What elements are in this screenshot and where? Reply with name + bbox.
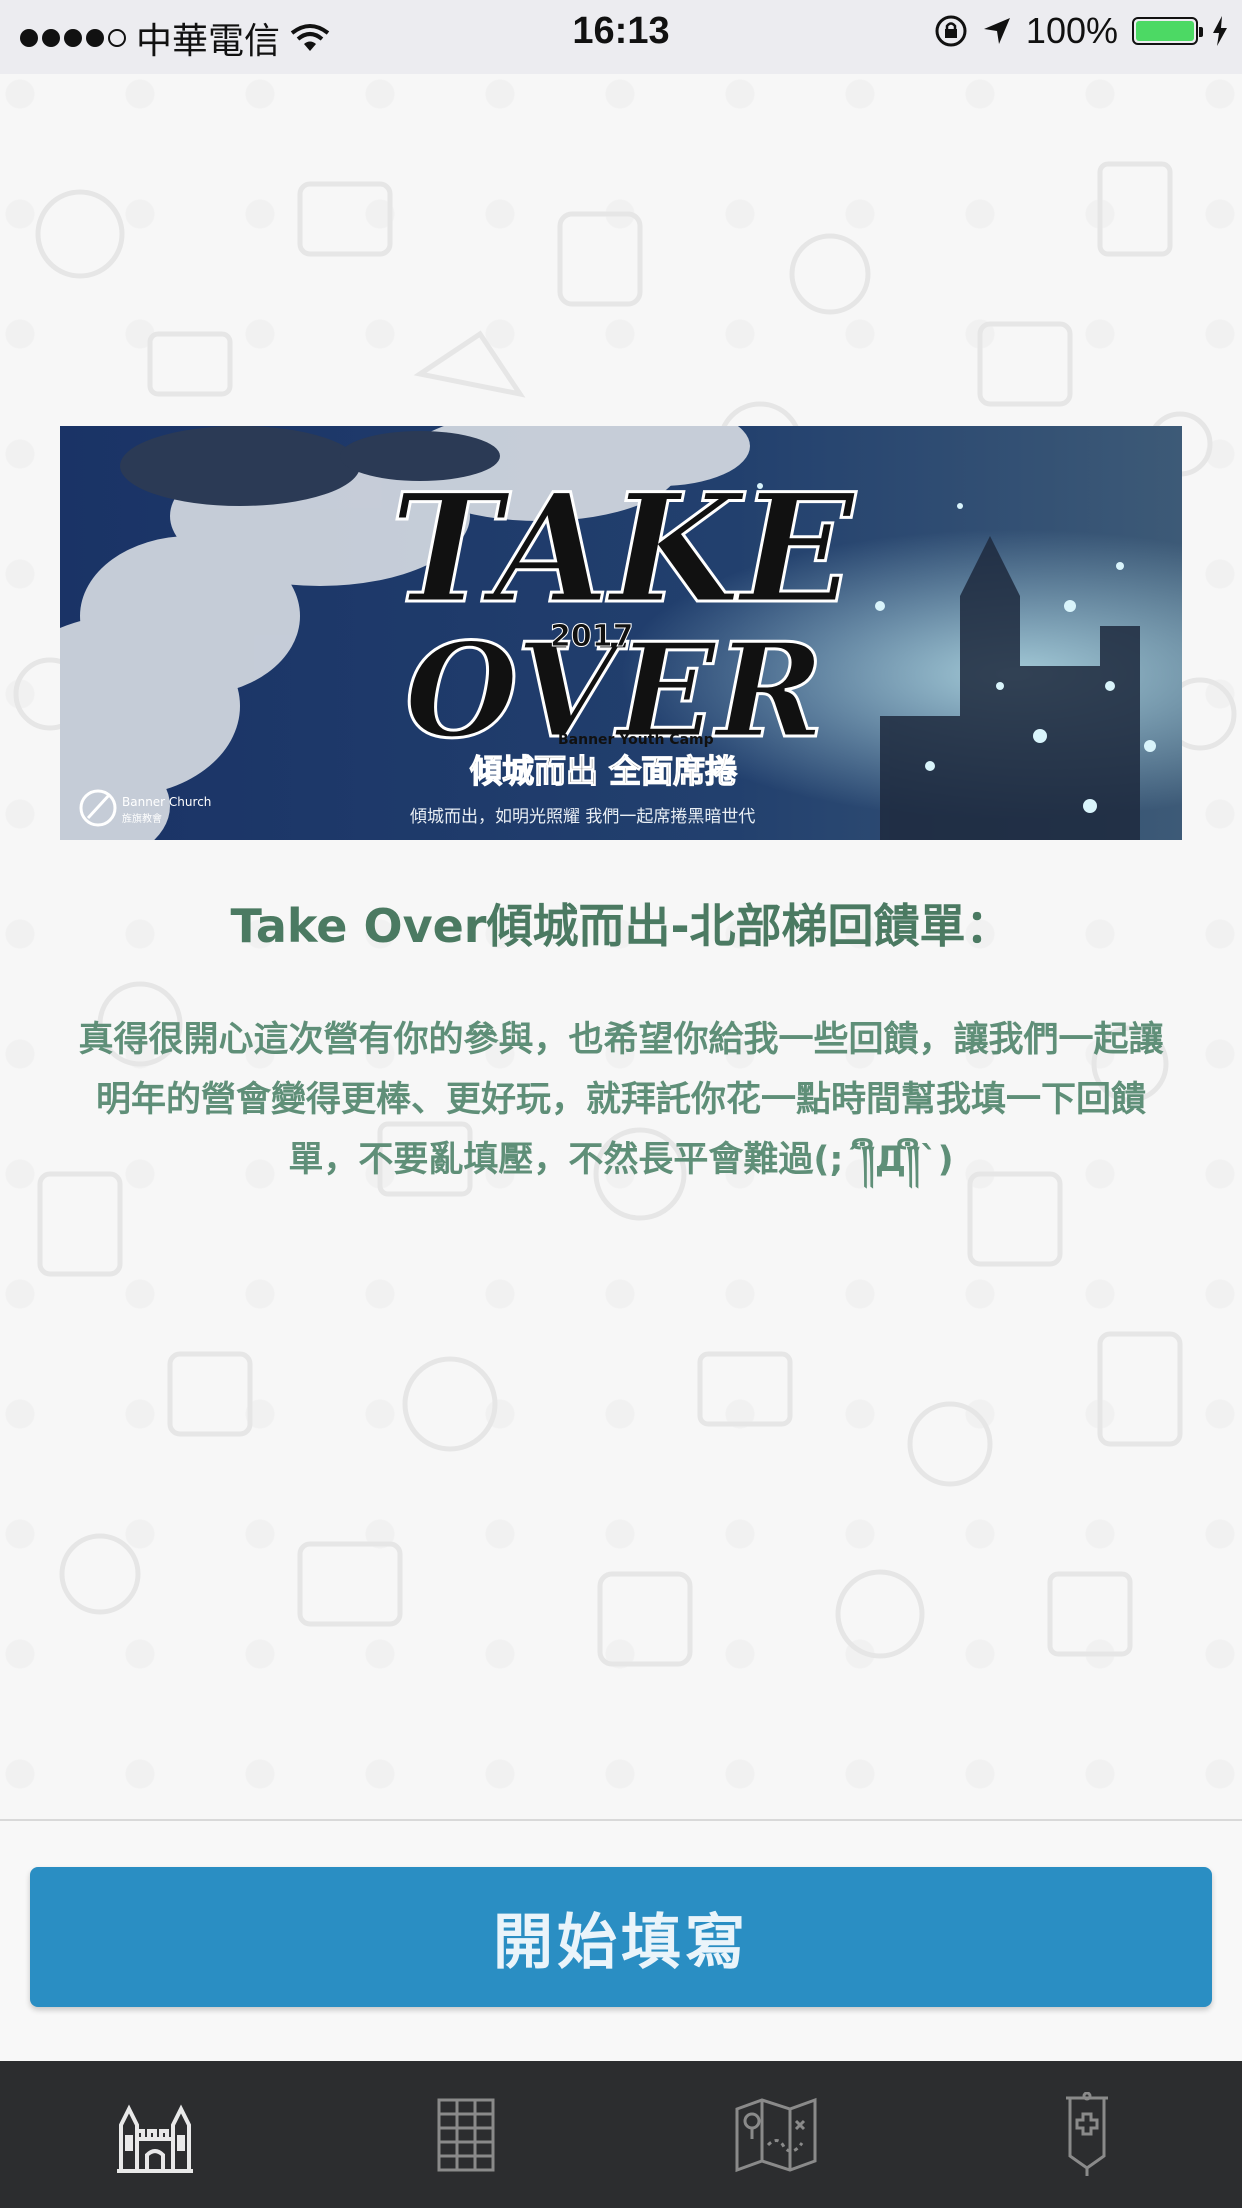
form-description: 真得很開心這次營有你的參與，也希望你給我一些回饋，讓我們一起讓明年的營會變得更棒…: [78, 1020, 1164, 1180]
banner-slogan: 傾城而出 全面席捲: [469, 752, 737, 790]
charging-icon: [1213, 16, 1227, 46]
banner-headline-take: TAKE: [390, 461, 857, 637]
battery-percent: 100%: [1025, 10, 1118, 51]
tab-banner[interactable]: [932, 2061, 1242, 2208]
status-bar: 中華電信 16:13 100%: [0, 0, 1242, 74]
map-icon: [735, 2097, 817, 2172]
location-arrow-icon: [983, 18, 1010, 44]
action-area: 開始填寫: [0, 1819, 1242, 2063]
castle-icon: [117, 2104, 194, 2173]
tab-grid[interactable]: [311, 2061, 622, 2208]
tab-map[interactable]: [621, 2061, 932, 2208]
banner-icon: [1065, 2091, 1108, 2176]
banner-year: 2017: [550, 619, 634, 654]
battery-icon: [1132, 17, 1203, 45]
banner-event-name: Banner Youth Camp: [558, 732, 714, 748]
banner-tagline: 傾城而出，如明光照耀 我們一起席捲黑暗世代: [410, 807, 755, 827]
event-banner-image: TAKE OVER 2017 Banner Youth Camp 傾城而出 全面…: [60, 426, 1182, 840]
orientation-lock-icon: [935, 15, 967, 47]
svg-text:旌旗教會: 旌旗教會: [122, 812, 162, 825]
svg-text:Banner Church: Banner Church: [122, 795, 211, 809]
status-right: 100%: [934, 10, 1228, 52]
grid-icon: [437, 2098, 495, 2171]
tab-home[interactable]: [0, 2061, 311, 2208]
form-title: Take Over傾城而出-北部梯回饋單：: [230, 899, 1012, 953]
tab-bar: [0, 2061, 1242, 2208]
start-filling-button[interactable]: 開始填寫: [30, 1867, 1212, 2007]
